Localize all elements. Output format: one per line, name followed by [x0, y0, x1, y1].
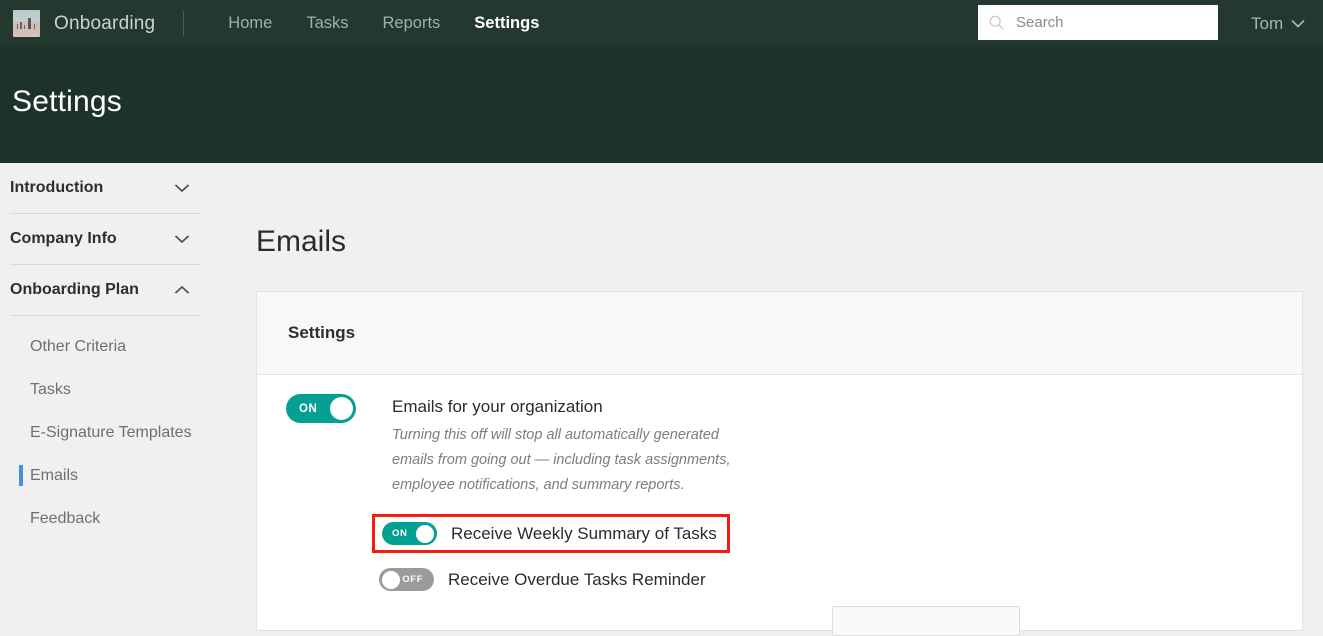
receive-overdue-reminder-label: Receive Overdue Tasks Reminder — [448, 569, 706, 589]
nav-divider — [183, 11, 185, 36]
receive-overdue-reminder-toggle[interactable]: OFF — [379, 568, 434, 591]
chevron-down-icon — [174, 235, 190, 244]
nav-item-settings[interactable]: Settings — [457, 14, 556, 33]
page-title: Settings — [12, 85, 122, 118]
emails-for-organization-toggle[interactable]: ON — [286, 394, 356, 423]
toggle-knob — [416, 524, 434, 543]
search-icon — [989, 15, 1004, 30]
toggle-state-label: ON — [392, 528, 408, 539]
toggle-state-label: ON — [299, 402, 318, 415]
search-input[interactable] — [1016, 14, 1201, 31]
content-title: Emails — [256, 225, 347, 258]
nav-item-reports[interactable]: Reports — [366, 14, 458, 33]
overdue-reminder-setting-row: OFF Receive Overdue Tasks Reminder — [379, 568, 1302, 591]
sidebar-item-other-criteria[interactable]: Other Criteria — [0, 325, 210, 368]
sidebar: Introduction Company Info Onboarding Pla… — [0, 163, 210, 616]
brand-name: Onboarding — [54, 12, 156, 34]
sidebar-group-introduction[interactable]: Introduction — [10, 163, 200, 214]
page-hero: Settings — [0, 47, 1323, 163]
sidebar-group-label: Company Info — [10, 230, 117, 247]
toggle-state-label: OFF — [402, 574, 423, 585]
sidebar-item-e-signature-templates[interactable]: E-Signature Templates — [0, 411, 210, 454]
sidebar-sub-items: Other Criteria Tasks E-Signature Templat… — [0, 316, 210, 540]
receive-weekly-summary-label: Receive Weekly Summary of Tasks — [451, 523, 717, 543]
primary-setting-row: ON Emails for your organization Turning … — [286, 394, 1302, 498]
top-navigation-bar: Onboarding Home Tasks Reports Settings T… — [0, 0, 1323, 47]
card-body: ON Emails for your organization Turning … — [257, 375, 1302, 591]
sidebar-group-company-info[interactable]: Company Info — [10, 214, 200, 265]
partially-visible-input-field[interactable] — [832, 606, 1020, 636]
sidebar-group-label: Onboarding Plan — [10, 281, 139, 298]
main-content: Emails Settings ON Emails for your organ… — [210, 163, 1323, 631]
weekly-summary-setting-row-highlighted: ON Receive Weekly Summary of Tasks — [372, 514, 730, 553]
settings-card: Settings ON Emails for your organization… — [256, 291, 1303, 631]
primary-setting-texts: Emails for your organization Turning thi… — [392, 394, 744, 498]
nav-item-tasks[interactable]: Tasks — [289, 14, 365, 33]
card-header: Settings — [257, 292, 1302, 375]
nav-item-home[interactable]: Home — [211, 14, 289, 33]
photo-logo-icon — [13, 10, 40, 37]
sidebar-group-onboarding-plan[interactable]: Onboarding Plan — [10, 265, 200, 316]
main-nav: Home Tasks Reports Settings — [211, 14, 556, 33]
sidebar-item-feedback[interactable]: Feedback — [0, 497, 210, 540]
toggle-knob — [330, 397, 353, 420]
sidebar-item-emails[interactable]: Emails — [0, 454, 210, 497]
user-menu[interactable]: Tom — [1251, 0, 1305, 47]
chevron-down-icon — [1291, 19, 1305, 28]
primary-setting-description: Turning this off will stop all automatic… — [392, 427, 731, 493]
search-box[interactable] — [978, 5, 1218, 40]
chevron-up-icon — [174, 285, 190, 294]
receive-weekly-summary-toggle[interactable]: ON — [382, 522, 437, 545]
sidebar-group-label: Introduction — [10, 179, 104, 196]
brand[interactable]: Onboarding — [0, 10, 155, 37]
toggle-knob — [382, 570, 400, 589]
primary-setting-label: Emails for your organization — [392, 397, 603, 416]
sidebar-item-tasks[interactable]: Tasks — [0, 368, 210, 411]
user-name: Tom — [1251, 13, 1284, 33]
chevron-down-icon — [174, 184, 190, 193]
card-header-title: Settings — [288, 323, 356, 342]
